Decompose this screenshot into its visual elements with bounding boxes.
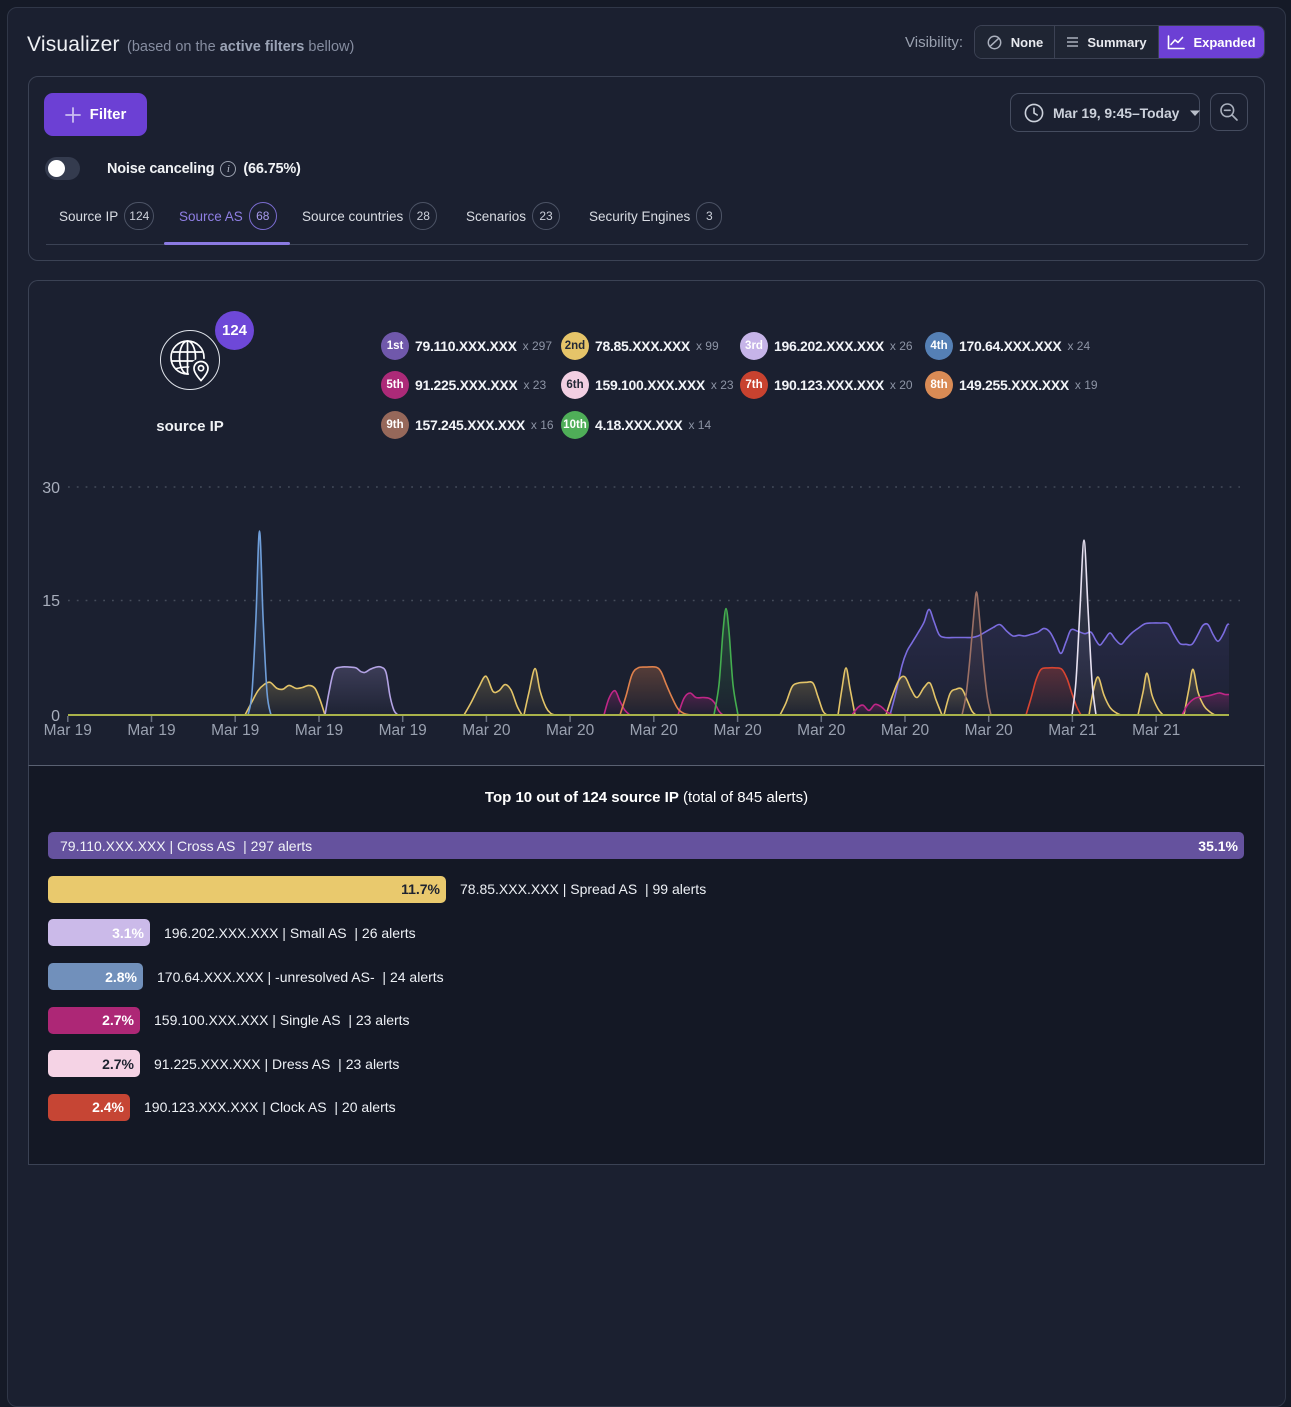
svg-text:Mar 20: Mar 20 bbox=[713, 722, 762, 739]
svg-text:30: 30 bbox=[42, 480, 60, 497]
svg-text:Mar 20: Mar 20 bbox=[462, 722, 511, 739]
svg-text:Mar 19: Mar 19 bbox=[44, 722, 92, 739]
svg-text:Mar 20: Mar 20 bbox=[630, 722, 679, 739]
svg-text:15: 15 bbox=[42, 593, 60, 610]
svg-text:Mar 19: Mar 19 bbox=[379, 722, 427, 739]
svg-text:Mar 19: Mar 19 bbox=[295, 722, 343, 739]
svg-text:Mar 21: Mar 21 bbox=[1048, 722, 1096, 739]
svg-text:Mar 19: Mar 19 bbox=[127, 722, 175, 739]
svg-text:Mar 20: Mar 20 bbox=[546, 722, 595, 739]
svg-text:Mar 20: Mar 20 bbox=[797, 722, 846, 739]
svg-text:Mar 20: Mar 20 bbox=[881, 722, 930, 739]
svg-text:Mar 20: Mar 20 bbox=[965, 722, 1014, 739]
svg-text:Mar 19: Mar 19 bbox=[211, 722, 259, 739]
svg-text:Mar 21: Mar 21 bbox=[1132, 722, 1180, 739]
